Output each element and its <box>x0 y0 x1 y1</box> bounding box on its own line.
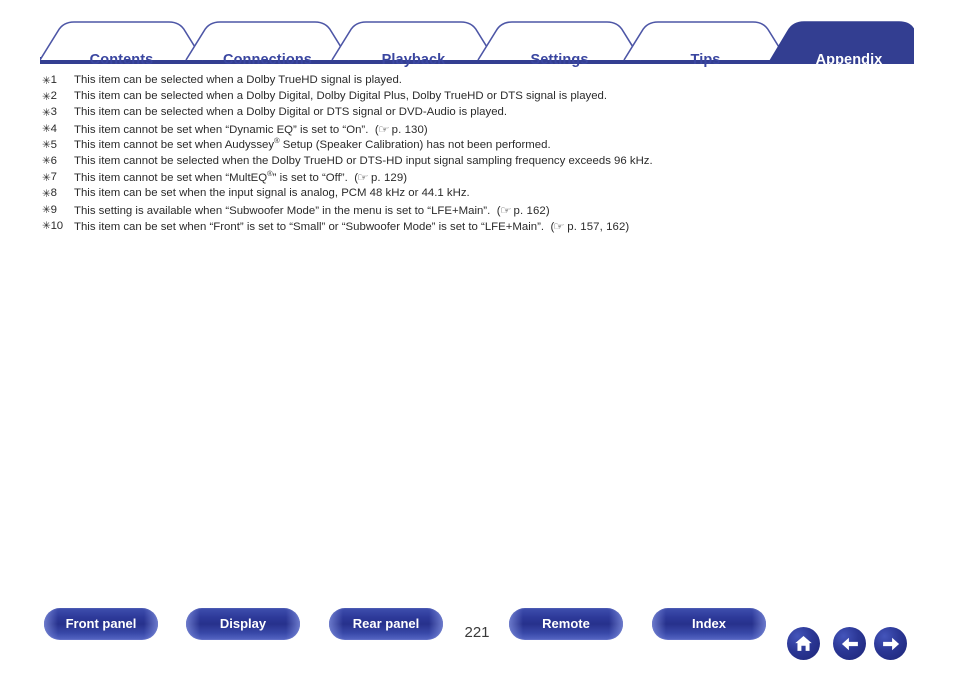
display-button[interactable]: Display <box>186 608 300 640</box>
asterisk-icon: ✳ <box>42 187 51 200</box>
tab-connections[interactable]: Connections <box>186 50 349 70</box>
footnote-text: This item can be selected when a Dolby D… <box>74 106 508 119</box>
hand-pointer-icon: ☞ <box>357 172 369 185</box>
home-button[interactable] <box>787 627 820 660</box>
remote-label: Remote <box>542 616 590 631</box>
footnote-item: ✳2 This item can be selected when a Dolb… <box>42 90 922 106</box>
footnote-item: ✳9 This setting is available when “Subwo… <box>42 204 922 220</box>
footnote-item: ✳10 This item can be set when “Front” is… <box>42 220 922 236</box>
page-reference[interactable]: (☞ p. 129) <box>348 172 407 184</box>
tab-appendix[interactable]: Appendix <box>770 50 928 70</box>
asterisk-icon: ✳ <box>42 106 51 119</box>
footnote-item: ✳6 This item cannot be selected when the… <box>42 155 922 171</box>
asterisk-icon: ✳ <box>42 139 51 152</box>
footnote-marker: ✳4 <box>42 122 57 136</box>
back-button[interactable] <box>833 627 866 660</box>
footnote-marker: ✳2 <box>42 90 57 103</box>
footnote-text: This item cannot be set when “MultEQ®” i… <box>74 169 408 185</box>
footnote-text: This setting is available when “Subwoofe… <box>74 204 550 217</box>
asterisk-icon: ✳ <box>42 204 51 216</box>
page-reference[interactable]: (☞ p. 130) <box>368 123 428 136</box>
hand-pointer-icon: ☞ <box>553 220 565 233</box>
page-reference[interactable]: (☞ p. 157, 162) <box>544 220 630 233</box>
index-button[interactable]: Index <box>652 608 766 640</box>
page-number: 221 <box>464 624 490 641</box>
bottom-navigation-bar: Front panel Display Rear panel 221 Remot… <box>0 608 954 673</box>
footnote-text: This item can be set when the input sign… <box>74 187 470 200</box>
asterisk-icon: ✳ <box>42 155 51 168</box>
index-label: Index <box>692 616 726 631</box>
footnote-item: ✳7 This item cannot be set when “MultEQ®… <box>42 169 922 187</box>
asterisk-icon: ✳ <box>42 74 51 87</box>
front-panel-button[interactable]: Front panel <box>44 608 158 640</box>
remote-button[interactable]: Remote <box>509 608 623 640</box>
rear-panel-button[interactable]: Rear panel <box>329 608 443 640</box>
footnote-marker: ✳7 <box>42 171 57 184</box>
footnote-marker: ✳3 <box>42 106 57 119</box>
home-icon <box>795 635 812 651</box>
page-reference[interactable]: (☞ p. 162) <box>490 204 550 217</box>
rear-panel-label: Rear panel <box>352 616 420 631</box>
asterisk-icon: ✳ <box>42 123 51 136</box>
footnote-list: ✳1 This item can be selected when a Dolb… <box>42 74 922 236</box>
footnote-item: ✳3 This item can be selected when a Dolb… <box>42 106 922 122</box>
tab-playback[interactable]: Playback <box>332 50 495 70</box>
footnote-marker: ✳9 <box>42 203 57 217</box>
tab-strip: Contents Connections Playback Settings T… <box>40 19 914 68</box>
display-label: Display <box>219 616 267 631</box>
front-panel-label: Front panel <box>65 616 137 631</box>
tab-settings[interactable]: Settings <box>478 50 641 70</box>
tab-bar: Contents Connections Playback Settings T… <box>0 0 954 68</box>
forward-button[interactable] <box>874 627 907 660</box>
footnote-item: ✳4 This item cannot be set when “Dynamic… <box>42 123 922 139</box>
tab-contents[interactable]: Contents <box>40 50 203 70</box>
footnote-text: This item cannot be set when “Dynamic EQ… <box>74 123 428 136</box>
tab-tips[interactable]: Tips <box>624 50 787 70</box>
footnote-text: This item can be set when “Front” is set… <box>74 220 630 233</box>
footnote-marker: ✳6 <box>42 154 57 168</box>
footnote-text: This item can be selected when a Dolby T… <box>74 74 402 86</box>
footnote-item: ✳5 This item cannot be set when Audyssey… <box>42 135 922 155</box>
hand-pointer-icon: ☞ <box>378 123 390 136</box>
footnote-text: This item cannot be set when Audyssey® S… <box>74 135 551 151</box>
arrow-left-icon <box>841 637 858 650</box>
footnote-text: This item can be selected when a Dolby D… <box>74 90 608 103</box>
asterisk-icon: ✳ <box>42 171 51 184</box>
arrow-right-icon <box>882 637 899 650</box>
footnote-item: ✳8 This item can be set when the input s… <box>42 187 922 203</box>
footnote-marker: ✳10 <box>42 219 63 233</box>
footnote-marker: ✳5 <box>42 138 57 152</box>
footnote-marker: ✳8 <box>42 187 57 200</box>
asterisk-icon: ✳ <box>42 90 51 103</box>
footnote-marker: ✳1 <box>42 74 57 87</box>
footnote-item: ✳1 This item can be selected when a Dolb… <box>42 74 922 90</box>
asterisk-icon: ✳ <box>42 220 51 233</box>
footnote-text: This item cannot be selected when the Do… <box>74 154 653 167</box>
hand-pointer-icon: ☞ <box>500 204 511 217</box>
